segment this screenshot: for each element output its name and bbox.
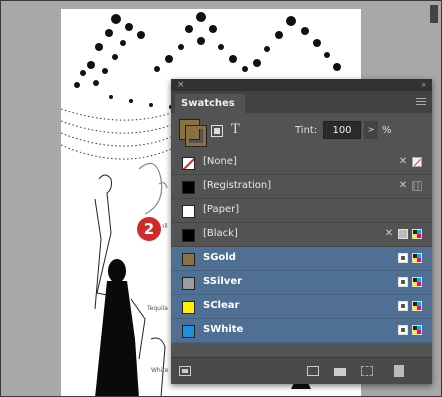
- swatch-row[interactable]: [None] ✕: [171, 151, 432, 175]
- swatch-list: [None] ✕ [Registration] ✕ [Paper] [Black…: [171, 151, 432, 343]
- close-icon[interactable]: ×: [177, 79, 185, 91]
- show-swatch-kinds-icon[interactable]: [179, 366, 191, 376]
- spot-icon: [398, 253, 408, 263]
- folder-icon[interactable]: [334, 368, 346, 376]
- swatch-chip: [182, 157, 195, 170]
- swatch-chip: [182, 181, 195, 194]
- swatch-name: SSilver: [203, 276, 243, 287]
- swatch-row[interactable]: SClear: [171, 295, 432, 319]
- swatch-toolbar: T Tint: 100 > %: [171, 113, 432, 151]
- spot-icon: [398, 301, 408, 311]
- swatch-row-icons: ✕: [384, 228, 422, 240]
- swatch-chip: [182, 205, 195, 218]
- cmyk-icon: [412, 301, 422, 311]
- collapse-icon[interactable]: »: [421, 79, 426, 91]
- tint-unit: %: [382, 125, 392, 136]
- tint-label: Tint:: [295, 125, 318, 136]
- swatch-row[interactable]: SGold: [171, 247, 432, 271]
- swatch-name: SGold: [203, 252, 236, 263]
- container-format-icon[interactable]: [211, 125, 223, 137]
- swatch-row-icons: [398, 324, 422, 336]
- panel-tab-row: Swatches: [171, 91, 432, 113]
- swatch-row-icons: ✕: [398, 180, 422, 192]
- text-format-icon[interactable]: T: [231, 122, 240, 137]
- swatch-row[interactable]: SSilver: [171, 271, 432, 295]
- panel-menu-icon[interactable]: [416, 96, 426, 106]
- cmyk-icon: [412, 277, 422, 287]
- panel-title-bar[interactable]: × »: [171, 79, 432, 91]
- swatch-chip: [182, 253, 195, 266]
- swatch-row-icons: [398, 300, 422, 312]
- registration-icon: [412, 181, 422, 191]
- spot-icon: [398, 325, 408, 335]
- swatch-row[interactable]: [Paper]: [171, 199, 432, 223]
- swatch-row-icons: [398, 276, 422, 288]
- indesign-workspace: Limoncell Tequila White × » Swatches T T…: [0, 0, 442, 397]
- no-edit-icon: ✕: [398, 156, 408, 167]
- swatch-name: [Registration]: [203, 180, 272, 191]
- stroke-swatch[interactable]: [186, 126, 206, 146]
- swatch-row[interactable]: SWhite: [171, 319, 432, 343]
- swatch-row-icons: [398, 252, 422, 264]
- swatches-panel: × » Swatches T Tint: 100 > % [None] ✕ [R…: [171, 79, 432, 384]
- swatch-name: SClear: [203, 300, 240, 311]
- page-label-tequila: Tequila: [147, 305, 168, 312]
- swatch-row[interactable]: [Black] ✕: [171, 223, 432, 247]
- swatch-row[interactable]: [Registration] ✕: [171, 175, 432, 199]
- panel-bottom-bar: [171, 357, 432, 384]
- swatch-chip: [182, 277, 195, 290]
- cmyk-icon: [412, 325, 422, 335]
- vertical-scrollbar[interactable]: [430, 5, 438, 23]
- swatch-name: SWhite: [203, 324, 244, 335]
- new-swatch-icon[interactable]: [361, 366, 373, 376]
- no-edit-icon: ✕: [384, 228, 394, 239]
- cmyk-icon: [412, 229, 422, 239]
- swatch-chip: [182, 301, 195, 314]
- fill-stroke-icon[interactable]: [179, 119, 206, 146]
- spot-icon: [398, 277, 408, 287]
- tab-swatches[interactable]: Swatches: [175, 94, 245, 113]
- swatch-name: [None]: [203, 156, 237, 167]
- swatch-chip: [182, 325, 195, 338]
- no-edit-icon: ✕: [398, 180, 408, 191]
- step-callout-badge: 2: [137, 217, 161, 241]
- none-swatch-icon: [412, 157, 422, 167]
- page-label-white: White: [151, 367, 169, 374]
- swatch-row-icons: ✕: [398, 156, 422, 168]
- process-icon: [398, 229, 408, 239]
- swatch-chip: [182, 229, 195, 242]
- new-color-group-icon[interactable]: [307, 366, 319, 376]
- tint-input[interactable]: 100: [323, 121, 361, 139]
- cmyk-icon: [412, 253, 422, 263]
- swatch-name: [Paper]: [203, 204, 240, 215]
- tint-dropdown-icon[interactable]: >: [364, 121, 378, 139]
- swatch-name: [Black]: [203, 228, 238, 239]
- delete-icon[interactable]: [394, 365, 404, 377]
